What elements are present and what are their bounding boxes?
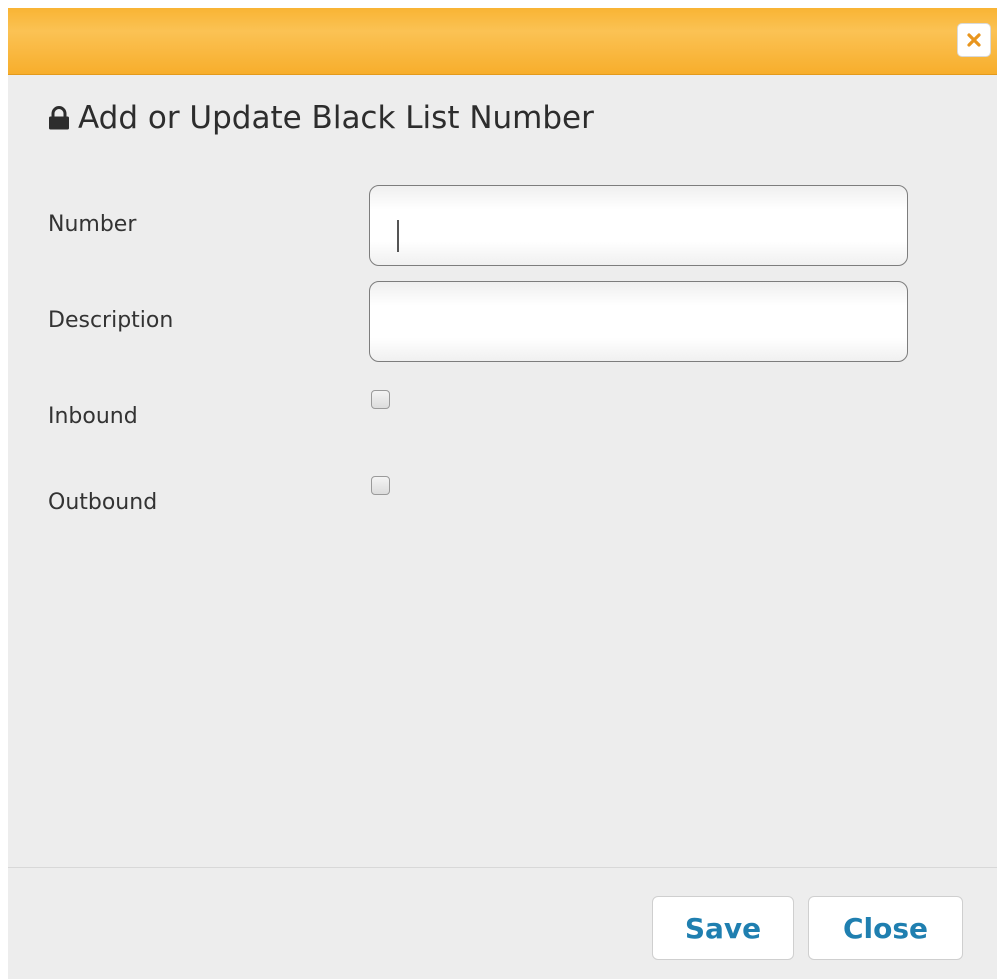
footer-divider bbox=[8, 867, 997, 868]
inbound-label: Inbound bbox=[48, 404, 138, 429]
blacklist-dialog: Add or Update Black List Number Number D… bbox=[8, 8, 997, 979]
inbound-checkbox[interactable] bbox=[371, 390, 390, 409]
close-button[interactable]: Close bbox=[808, 896, 963, 960]
number-label: Number bbox=[48, 212, 137, 237]
dialog-heading: Add or Update Black List Number bbox=[48, 98, 594, 138]
dialog-titlebar bbox=[8, 8, 997, 75]
outbound-checkbox[interactable] bbox=[371, 476, 390, 495]
dialog-title: Add or Update Black List Number bbox=[78, 100, 594, 136]
number-input[interactable] bbox=[369, 185, 908, 266]
text-cursor bbox=[397, 220, 399, 252]
close-icon bbox=[967, 33, 981, 47]
description-input[interactable] bbox=[369, 281, 908, 362]
description-label: Description bbox=[48, 308, 174, 333]
lock-icon bbox=[48, 106, 70, 130]
dialog-close-button[interactable] bbox=[957, 23, 991, 57]
outbound-label: Outbound bbox=[48, 490, 158, 515]
save-button[interactable]: Save bbox=[652, 896, 794, 960]
